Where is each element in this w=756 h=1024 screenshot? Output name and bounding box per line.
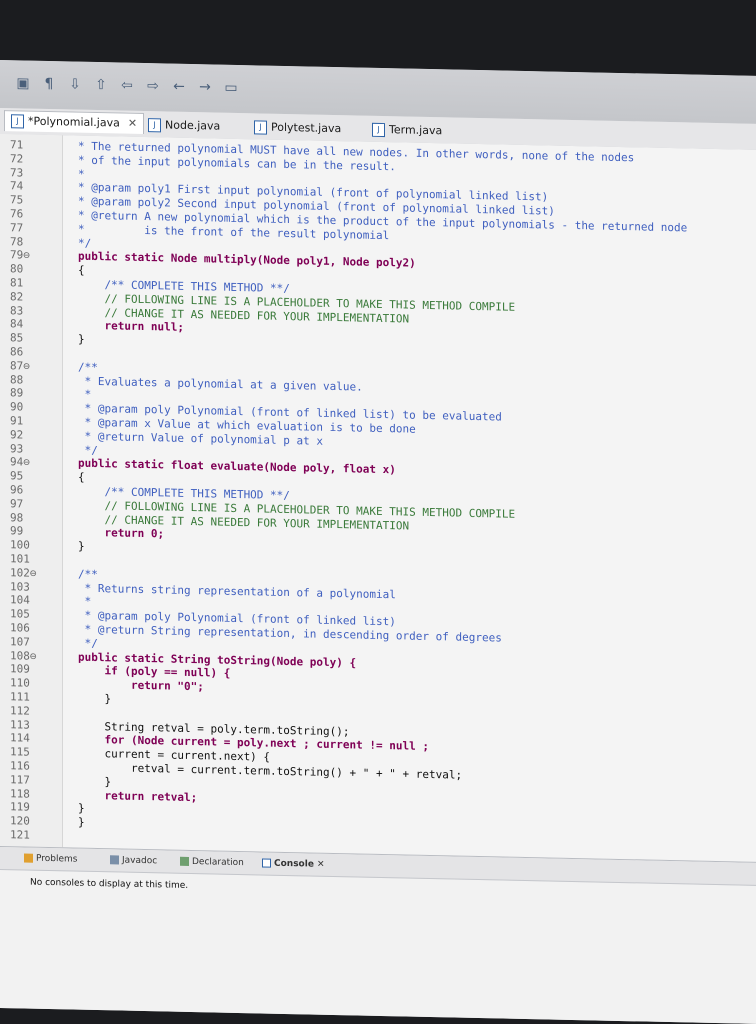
close-tab-icon[interactable]: ✕ — [128, 117, 137, 130]
line-number: 114 — [10, 731, 30, 746]
ide-screen: ▣ ¶ ⇩ ⇧ ⇦ ⇨ ← → ▭ J *Polynomial.java ✕ J Node.java … — [0, 60, 756, 1024]
java-file-icon: J — [11, 114, 24, 129]
line-number: 91 — [10, 414, 24, 428]
line-number: 97 — [10, 497, 24, 511]
line-number: 75 — [10, 193, 24, 207]
java-file-icon: J — [254, 120, 267, 135]
declaration-icon — [180, 856, 189, 866]
problems-icon — [24, 853, 33, 863]
tab-declaration[interactable]: Declaration — [180, 855, 244, 870]
line-number: 101 — [10, 552, 30, 566]
line-number: 90 — [10, 400, 24, 414]
code-editor[interactable]: 71 * The returned polynomial MUST have al… — [0, 134, 756, 862]
code-text: * — [78, 167, 85, 181]
line-number: 109 — [10, 662, 30, 677]
save-icon[interactable]: ▣ — [14, 74, 32, 92]
forward-icon[interactable]: ⇨ — [144, 77, 162, 95]
code-text: /** — [78, 567, 98, 581]
download-icon[interactable]: ⇩ — [66, 75, 84, 93]
line-number: 120 — [10, 814, 30, 828]
line-number: 81 — [10, 276, 24, 290]
code-text: } — [78, 539, 85, 553]
console-message: No consoles to display at this time. — [30, 877, 189, 891]
line-number: 89 — [10, 386, 24, 400]
tab-polynomial-java[interactable]: J *Polynomial.java ✕ — [4, 110, 145, 135]
back-arrow-icon[interactable]: ← — [170, 78, 188, 96]
line-number: 98 — [10, 510, 24, 525]
code-text: */ — [78, 636, 98, 650]
line-number: 96 — [10, 483, 24, 497]
line-number: 87⊖ — [10, 359, 30, 373]
java-file-icon: J — [372, 122, 385, 138]
line-number: 78 — [10, 234, 24, 249]
line-number: 103 — [10, 579, 30, 594]
bottom-panel: Problems Javadoc Declaration Console ✕ N… — [0, 846, 756, 1024]
line-number: 88 — [10, 372, 24, 387]
tab-javadoc[interactable]: Javadoc — [110, 853, 157, 868]
line-number: 83 — [10, 303, 24, 318]
code-text: * — [78, 595, 92, 609]
line-number: 84 — [10, 317, 24, 331]
code-text: */ — [78, 236, 92, 250]
line-number: 86 — [10, 345, 24, 359]
tab-problems[interactable]: Problems — [24, 852, 77, 867]
line-number: 115 — [10, 745, 30, 759]
line-number: 92 — [10, 428, 24, 442]
code-text: } — [78, 691, 112, 706]
back-icon[interactable]: ⇦ — [118, 76, 136, 94]
line-number: 108⊖ — [10, 648, 37, 663]
line-number: 104 — [10, 593, 30, 608]
code-text: } — [78, 815, 85, 829]
line-number: 106 — [10, 621, 30, 635]
tab-console[interactable]: Console ✕ — [262, 856, 325, 871]
line-number: 94⊖ — [10, 455, 30, 470]
tab-term-java[interactable]: J Term.java — [372, 120, 442, 141]
line-number: 111 — [10, 690, 30, 704]
code-text: * — [78, 388, 92, 402]
line-number: 76 — [10, 207, 24, 221]
line-number: 73 — [10, 165, 24, 180]
line-number: 117 — [10, 773, 30, 787]
open-icon[interactable]: ▭ — [222, 79, 240, 97]
line-number: 74 — [10, 179, 24, 193]
line-number: 121 — [10, 828, 30, 842]
code-text: { — [78, 263, 85, 277]
line-number: 113 — [10, 717, 30, 732]
forward-arrow-icon[interactable]: → — [196, 78, 214, 96]
line-number: 80 — [10, 262, 24, 276]
line-number: 72 — [10, 152, 24, 166]
line-number: 95 — [10, 469, 24, 483]
code-text: } — [78, 774, 112, 789]
code-text: /** — [78, 360, 98, 374]
line-number: 105 — [10, 607, 30, 621]
code-text: */ — [78, 443, 98, 457]
pilcrow-icon[interactable]: ¶ — [40, 75, 58, 93]
line-number: 110 — [10, 676, 30, 690]
code-text: { — [78, 470, 85, 484]
line-number: 99 — [10, 524, 24, 538]
java-file-icon: J — [148, 118, 161, 133]
code-text: } — [78, 802, 85, 816]
tab-node-java[interactable]: J Node.java — [148, 115, 220, 137]
line-number: 119 — [10, 800, 30, 815]
javadoc-icon — [110, 855, 119, 865]
line-number: 82 — [10, 290, 24, 304]
line-number: 107 — [10, 635, 30, 649]
line-number: 118 — [10, 786, 30, 801]
line-number: 116 — [10, 759, 30, 773]
line-number: 85 — [10, 331, 24, 345]
code-text: } — [78, 332, 85, 346]
line-number: 102⊖ — [10, 566, 37, 580]
line-number: 112 — [10, 704, 30, 718]
line-number: 79⊖ — [10, 248, 30, 263]
tab-polytest-java[interactable]: J Polytest.java — [254, 117, 341, 139]
line-number: 77 — [10, 221, 24, 235]
line-number: 93 — [10, 441, 24, 456]
line-number: 71 — [10, 138, 24, 152]
upload-icon[interactable]: ⇧ — [92, 76, 110, 94]
line-number: 100 — [10, 538, 30, 552]
console-icon — [262, 858, 271, 868]
